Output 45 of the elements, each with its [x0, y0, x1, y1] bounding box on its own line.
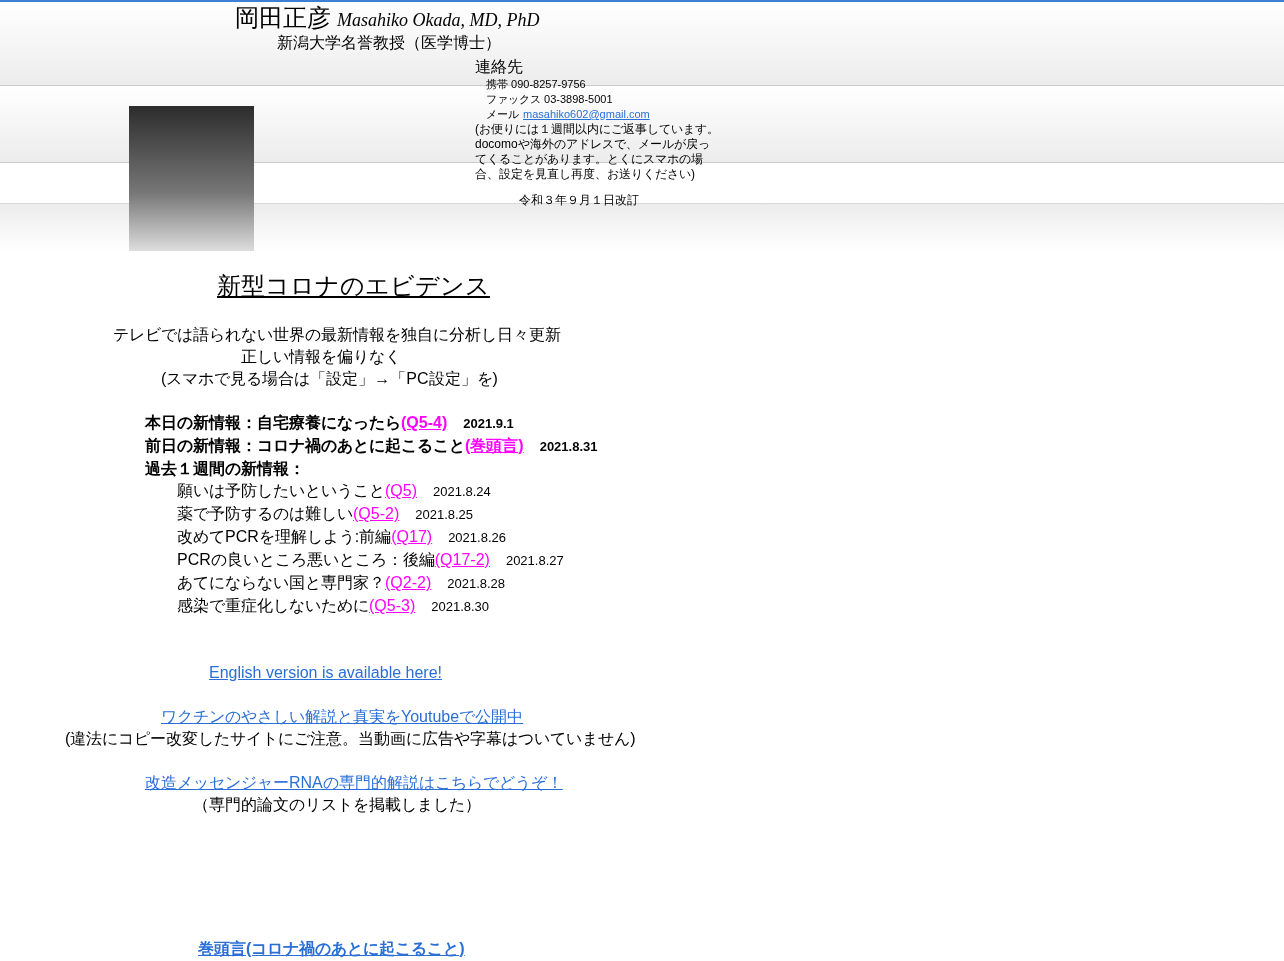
news-item: PCRの良いところ悪いところ：後編	[177, 550, 435, 570]
intro-text: (スマホで見る場合は「設定」→「PC設定」を)	[160, 369, 499, 389]
note-text: (違法にコピー改変したサイトにご注意。当動画に広告や字幕はついていません)	[65, 729, 636, 749]
news-date: 2021.8.25	[415, 506, 474, 524]
email-label: メール	[486, 107, 519, 122]
intro-text: テレビでは語られない世界の最新情報を独自に分析し日々更新	[112, 325, 562, 345]
intro-text: 正しい情報を偏りなく	[240, 347, 402, 367]
news-item: 感染で重症化しないために	[177, 596, 369, 616]
fax-number: ファックス 03-3898-5001	[486, 92, 613, 107]
news-item: 願いは予防したいということ	[177, 481, 385, 501]
news-date: 2021.8.28	[447, 575, 506, 593]
page-link[interactable]: ワクチンのやさしい解説と真実をYoutubeで公開中	[161, 706, 524, 728]
contact-note: (お便りには１週間以内にご返事しています。docomoや海外のアドレスで、メールが戻ってくることがあります。とくにスマホの場合、設定を見直し再度、お送りください)	[475, 122, 720, 182]
news-headline: 本日の新情報：自宅療養になったら	[145, 413, 401, 434]
contact-heading: 連絡先	[475, 57, 524, 77]
article-link[interactable]: (巻頭言)	[465, 435, 524, 457]
note-text: （専門的論文のリストを掲載しました）	[193, 795, 481, 815]
article-link[interactable]: (Q2-2)	[385, 572, 432, 594]
author-name: 岡田正彦	[235, 3, 331, 33]
news-date: 2021.8.30	[431, 598, 490, 616]
article-link[interactable]: (Q5-2)	[353, 503, 400, 525]
article-link[interactable]: (Q5-4)	[401, 412, 448, 434]
news-item: あてにならない国と専門家？	[177, 573, 385, 593]
author-name-english: Masahiko Okada, MD, PhD	[337, 10, 540, 31]
article-link[interactable]: (Q17)	[391, 526, 433, 548]
article-link[interactable]: (Q5-3)	[369, 595, 416, 617]
mobile-number: 携帯 090-8257-9756	[486, 77, 586, 92]
page-title: 新型コロナのエビデンス	[217, 272, 490, 300]
page-link[interactable]: 巻頭言(コロナ禍のあとに起こること)	[198, 938, 465, 960]
news-headline: 前日の新情報：コロナ禍のあとに起こること	[145, 436, 465, 456]
news-date: 2021.8.24	[433, 483, 491, 501]
page-link[interactable]: 改造メッセンジャーRNAの専門的解説はこちらでどうぞ！	[145, 772, 563, 794]
news-item: 薬で予防するのは難しい	[177, 504, 353, 524]
affiliation-text: 新潟大学名誉教授（医学博士）	[276, 33, 502, 53]
article-link[interactable]: (Q5)	[385, 480, 417, 502]
news-item: 改めてPCRを理解しよう:前編	[177, 527, 392, 547]
news-date: 2021.8.27	[505, 552, 564, 570]
news-date: 2021.9.1	[463, 415, 514, 433]
section-heading: 過去１週間の新情報：	[145, 459, 305, 479]
article-link[interactable]: (Q17-2)	[434, 549, 490, 571]
email-link[interactable]: masahiko602@gmail.com	[523, 107, 650, 122]
page-link[interactable]: English version is available here!	[209, 662, 442, 684]
news-date: 2021.8.31	[539, 438, 598, 456]
news-date: 2021.8.26	[448, 529, 506, 547]
revision-date: 令和３年９月１日改訂	[518, 192, 640, 209]
